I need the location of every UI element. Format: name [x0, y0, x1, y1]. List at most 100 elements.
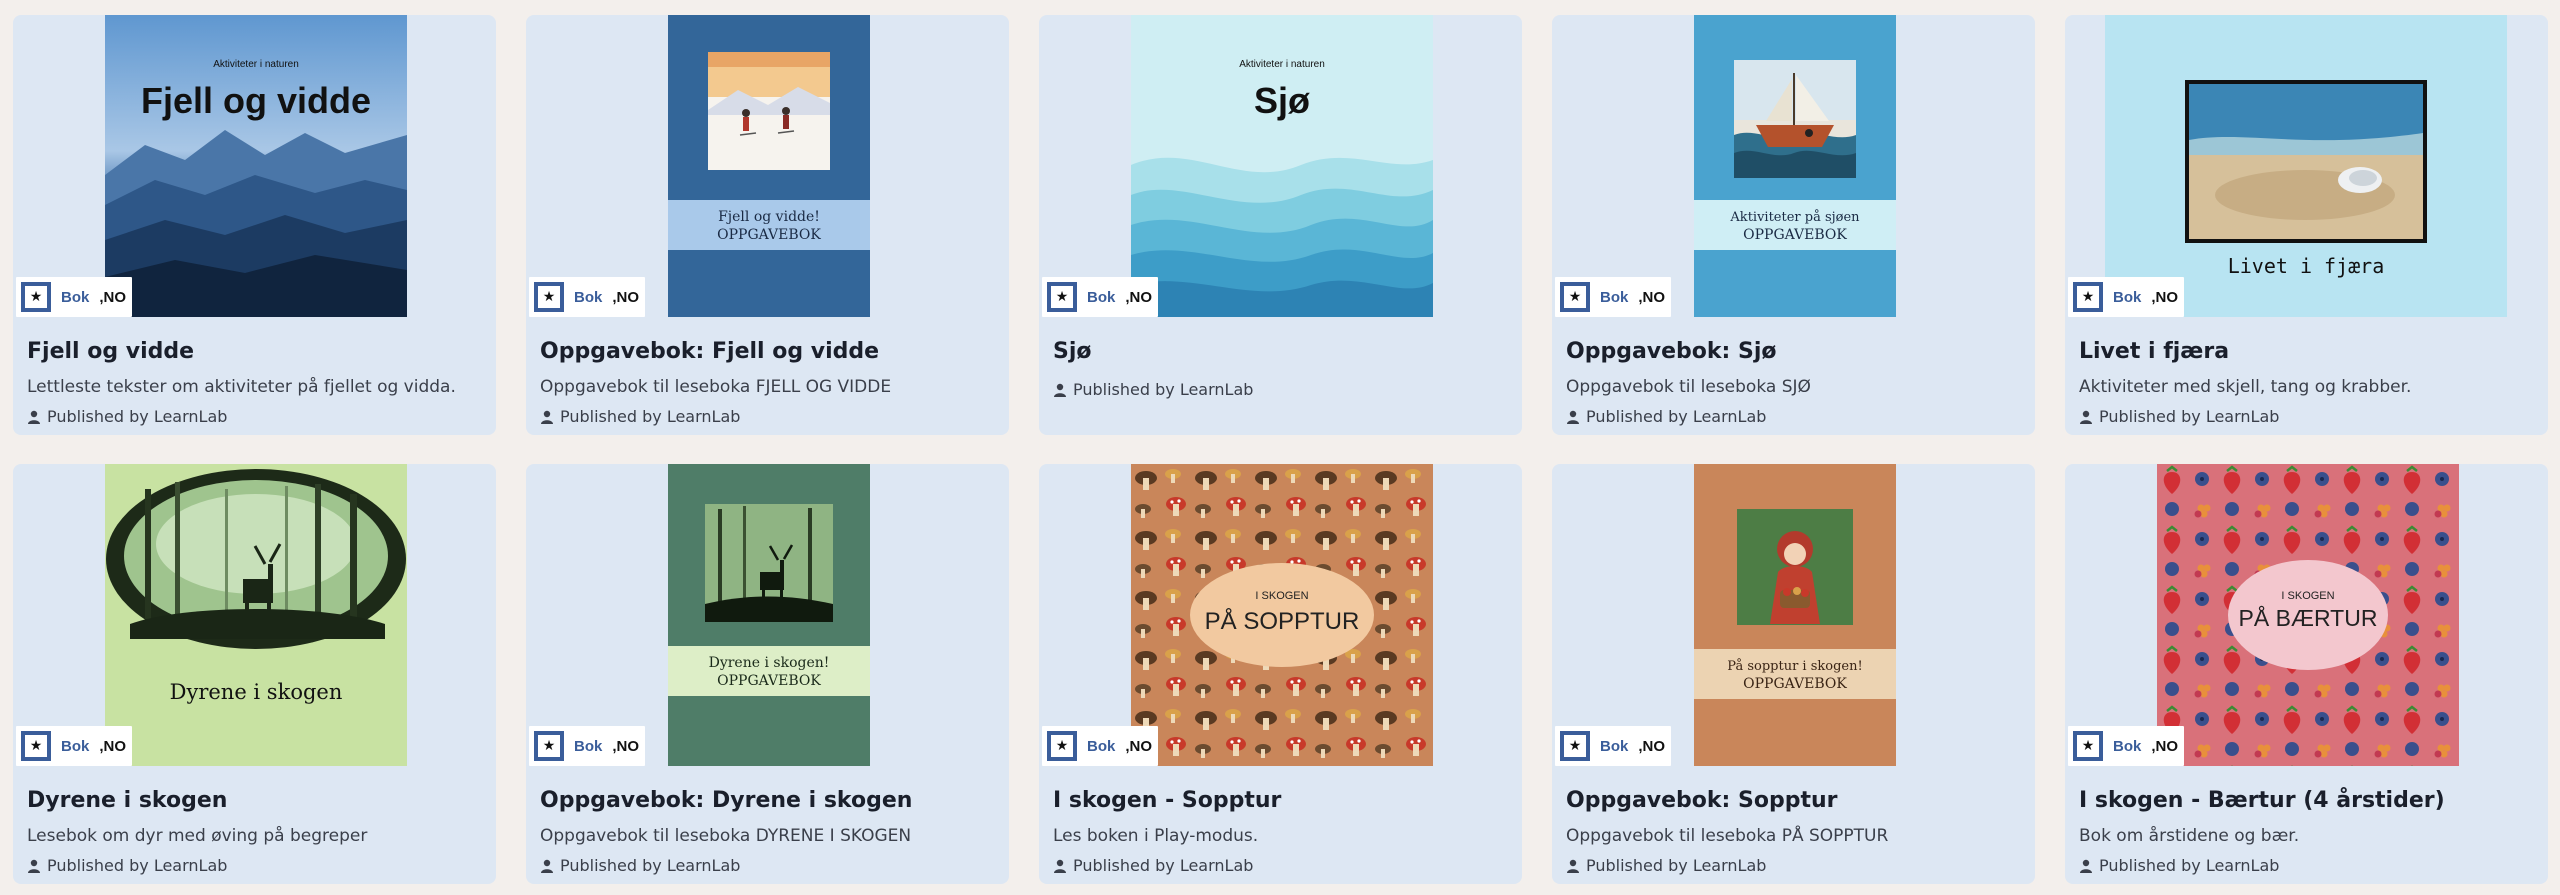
book-card[interactable]: Dyrene i skogen ★ Bok ,NO Dyrene i skoge… [13, 464, 496, 884]
book-card[interactable]: Aktiviteter i naturen Fjell og vidde ★ B… [13, 15, 496, 435]
cover-big-title: PÅ BÆRTUR [2239, 604, 2378, 631]
cover-image: Fjell og vidde! OPPGAVEBOK [668, 15, 870, 317]
person-icon [541, 410, 553, 424]
cover-line-2: OPPGAVEBOK [717, 673, 821, 689]
book-description: Lettleste tekster om aktiviteter på fjel… [27, 377, 456, 397]
book-title[interactable]: Oppgavebok: Sopptur [1566, 788, 1838, 813]
book-type-icon: ★ [21, 282, 51, 312]
type-badge: ★ Bok ,NO [1555, 277, 1672, 317]
publisher-line: Published by LearnLab [540, 856, 740, 875]
book-cover[interactable]: Aktiviteter i naturen Sjø ★ Bok ,NO [1039, 15, 1522, 317]
cover-line-2: OPPGAVEBOK [1743, 676, 1847, 692]
person-icon [1567, 859, 1579, 873]
badge-language-label: ,NO [1638, 288, 1666, 306]
book-description: Lesebok om dyr med øving på begreper [27, 826, 368, 846]
book-cover[interactable]: På sopptur i skogen! OPPGAVEBOK ★ Bok ,N… [1552, 464, 2035, 766]
publisher-line: Published by LearnLab [1566, 856, 1766, 875]
badge-type-label: Bok [61, 737, 90, 755]
person-icon [1567, 410, 1579, 424]
publisher-label: Published by LearnLab [1586, 407, 1767, 426]
publisher-label: Published by LearnLab [2099, 856, 2280, 875]
type-badge: ★ Bok ,NO [2068, 726, 2185, 766]
badge-type-label: Bok [574, 737, 603, 755]
book-title[interactable]: Oppgavebok: Fjell og vidde [540, 339, 879, 364]
book-cover[interactable]: Dyrene i skogen ★ Bok ,NO [13, 464, 496, 766]
badge-type-label: Bok [1087, 288, 1116, 306]
book-title[interactable]: Oppgavebok: Sjø [1566, 339, 1777, 364]
book-type-icon: ★ [534, 282, 564, 312]
cover-image: Aktiviteter i naturen Sjø [1131, 15, 1433, 317]
cover-line-2: OPPGAVEBOK [1743, 227, 1847, 243]
badge-type-label: Bok [1600, 737, 1629, 755]
book-title[interactable]: Livet i fjæra [2079, 339, 2229, 364]
cover-line-1: Fjell og vidde! [718, 209, 820, 225]
book-title[interactable]: I skogen - Sopptur [1053, 788, 1281, 813]
book-cover[interactable]: I SKOGEN PÅ SOPPTUR ★ Bok ,NO [1039, 464, 1522, 766]
book-type-icon: ★ [21, 731, 51, 761]
book-type-icon: ★ [1047, 731, 1077, 761]
publisher-line: Published by LearnLab [2079, 856, 2279, 875]
book-title[interactable]: Sjø [1053, 339, 1092, 364]
publisher-line: Published by LearnLab [2079, 407, 2279, 426]
book-description: Oppgavebok til leseboka PÅ SOPPTUR [1566, 826, 1889, 846]
person-icon [28, 410, 40, 424]
cover-image: Aktiviteter på sjøen OPPGAVEBOK [1694, 15, 1896, 317]
book-title[interactable]: Oppgavebok: Dyrene i skogen [540, 788, 912, 813]
book-card[interactable]: På sopptur i skogen! OPPGAVEBOK ★ Bok ,N… [1552, 464, 2035, 884]
cover-line-1: Aktiviteter på sjøen [1729, 209, 1860, 225]
cover-image: I SKOGEN PÅ BÆRTUR [2157, 464, 2459, 766]
publisher-line: Published by LearnLab [27, 407, 227, 426]
book-type-icon: ★ [1560, 731, 1590, 761]
cover-small-title: I SKOGEN [1255, 590, 1308, 602]
book-card[interactable]: Aktiviteter på sjøen OPPGAVEBOK ★ Bok ,N… [1552, 15, 2035, 435]
cover-caption: Livet i fjæra [2228, 254, 2385, 278]
cover-line-1: På sopptur i skogen! [1727, 658, 1862, 674]
book-card[interactable]: I SKOGEN PÅ BÆRTUR ★ Bok ,NO I skogen - … [2065, 464, 2548, 884]
cover-line-2: OPPGAVEBOK [717, 227, 821, 243]
book-cover[interactable]: I SKOGEN PÅ BÆRTUR ★ Bok ,NO [2065, 464, 2548, 766]
book-card[interactable]: Fjell og vidde! OPPGAVEBOK ★ Bok ,NO Opp… [526, 15, 1009, 435]
badge-language-label: ,NO [612, 737, 640, 755]
book-cover[interactable]: Livet i fjæra ★ Bok ,NO [2065, 15, 2548, 317]
book-type-icon: ★ [1047, 282, 1077, 312]
book-card[interactable]: Livet i fjæra ★ Bok ,NO Livet i fjæra Ak… [2065, 15, 2548, 435]
badge-type-label: Bok [1600, 288, 1629, 306]
book-cover[interactable]: Fjell og vidde! OPPGAVEBOK ★ Bok ,NO [526, 15, 1009, 317]
book-card[interactable]: Aktiviteter i naturen Sjø ★ Bok ,NO Sjø … [1039, 15, 1522, 435]
book-description: Aktiviteter med skjell, tang og krabber. [2079, 377, 2412, 397]
type-badge: ★ Bok ,NO [16, 277, 133, 317]
cover-image: Dyrene i skogen! OPPGAVEBOK [668, 464, 870, 766]
badge-type-label: Bok [574, 288, 603, 306]
type-badge: ★ Bok ,NO [16, 726, 133, 766]
type-badge: ★ Bok ,NO [1042, 277, 1159, 317]
badge-language-label: ,NO [1125, 288, 1153, 306]
publisher-label: Published by LearnLab [560, 856, 741, 875]
publisher-label: Published by LearnLab [560, 407, 741, 426]
cover-small-title: I SKOGEN [2281, 590, 2334, 602]
type-badge: ★ Bok ,NO [1042, 726, 1159, 766]
badge-language-label: ,NO [99, 288, 127, 306]
publisher-label: Published by LearnLab [2099, 407, 2280, 426]
publisher-label: Published by LearnLab [47, 407, 228, 426]
badge-language-label: ,NO [612, 288, 640, 306]
book-cover[interactable]: Dyrene i skogen! OPPGAVEBOK ★ Bok ,NO [526, 464, 1009, 766]
badge-type-label: Bok [1087, 737, 1116, 755]
person-icon [1054, 859, 1066, 873]
person-icon [2080, 410, 2092, 424]
book-title[interactable]: Dyrene i skogen [27, 788, 227, 813]
book-cover[interactable]: Aktiviteter på sjøen OPPGAVEBOK ★ Bok ,N… [1552, 15, 2035, 317]
book-title[interactable]: I skogen - Bærtur (4 årstider) [2079, 788, 2445, 813]
book-description: Oppgavebok til leseboka FJELL OG VIDDE [540, 377, 892, 397]
type-badge: ★ Bok ,NO [1555, 726, 1672, 766]
book-cover[interactable]: Aktiviteter i naturen Fjell og vidde ★ B… [13, 15, 496, 317]
book-description: Les boken i Play-modus. [1053, 826, 1259, 846]
book-card[interactable]: I SKOGEN PÅ SOPPTUR ★ Bok ,NO I skogen -… [1039, 464, 1522, 884]
publisher-line: Published by LearnLab [1053, 856, 1253, 875]
person-icon [1054, 383, 1066, 397]
book-title[interactable]: Fjell og vidde [27, 339, 194, 364]
badge-language-label: ,NO [2151, 737, 2179, 755]
book-type-icon: ★ [2073, 282, 2103, 312]
book-card[interactable]: Dyrene i skogen! OPPGAVEBOK ★ Bok ,NO Op… [526, 464, 1009, 884]
book-type-icon: ★ [1560, 282, 1590, 312]
book-type-icon: ★ [534, 731, 564, 761]
